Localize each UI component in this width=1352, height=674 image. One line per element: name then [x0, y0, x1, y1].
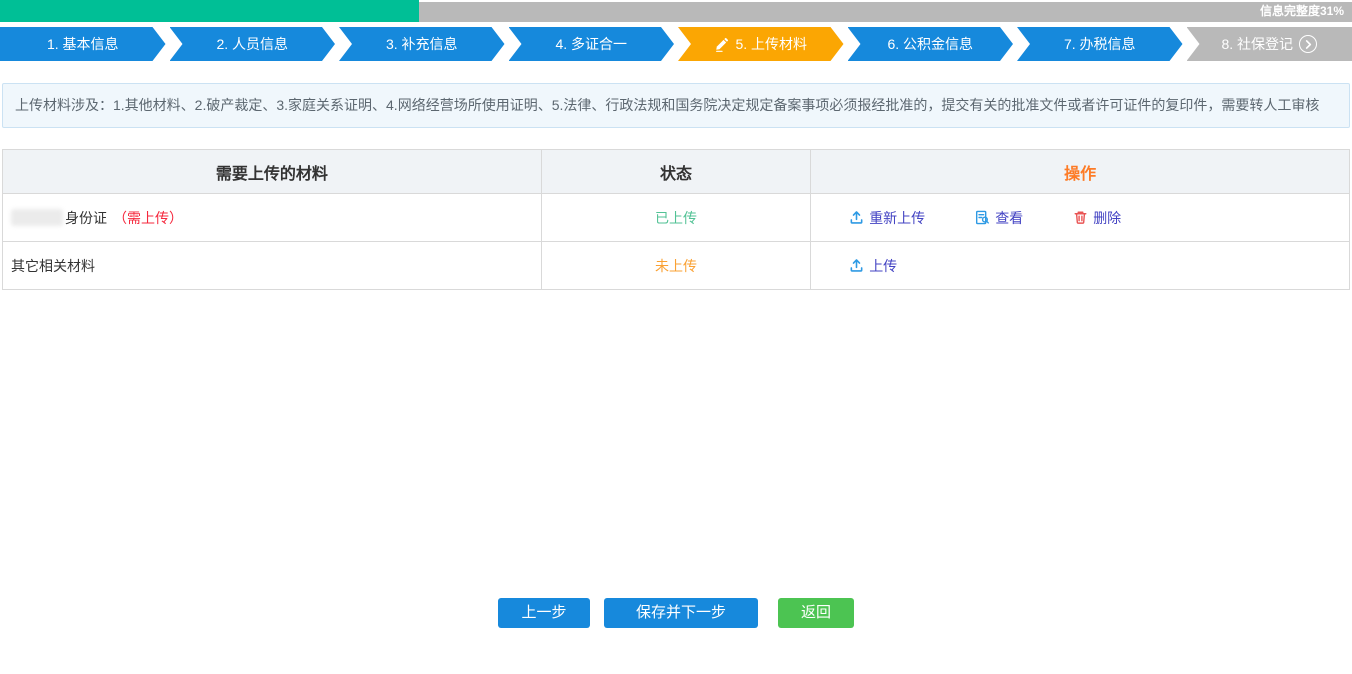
table-row: 其它相关材料 未上传 上传: [3, 242, 1350, 290]
action-label: 删除: [1093, 208, 1121, 228]
action-label: 上传: [869, 256, 897, 276]
materials-table: 需要上传的材料 状态 操作 身份证 （需上传） 已上传 重新上传 查看 删除其它相关材料 未…: [2, 149, 1350, 290]
header-status: 状态: [541, 150, 810, 194]
completeness-label: 信息完整度31%: [1260, 0, 1344, 22]
completeness-progress-bar: 信息完整度31%: [0, 0, 1352, 22]
step-label: 3. 补充信息: [386, 34, 458, 54]
step-tab-1[interactable]: 1. 基本信息: [0, 27, 166, 61]
step-label: 4. 多证合一: [555, 34, 627, 54]
redacted-name: [11, 209, 63, 226]
material-name: 身份证: [65, 210, 107, 226]
step-label: 6. 公积金信息: [887, 34, 973, 54]
status-badge: 未上传: [655, 258, 697, 274]
step-tab-6[interactable]: 6. 公积金信息: [848, 27, 1014, 61]
save-and-next-button[interactable]: 保存并下一步: [604, 598, 758, 628]
action-view-link[interactable]: 查看: [975, 208, 1023, 228]
action-label: 重新上传: [869, 208, 925, 228]
status-badge: 已上传: [655, 210, 697, 226]
material-name-cell: 其它相关材料: [3, 242, 542, 290]
step-label: 2. 人员信息: [216, 34, 288, 54]
view-icon: [975, 210, 990, 225]
circle-chevron-right-icon[interactable]: [1299, 35, 1317, 53]
footer-buttons: 上一步 保存并下一步 返回: [0, 598, 1352, 628]
step-tab-3[interactable]: 3. 补充信息: [339, 27, 505, 61]
action-delete-link[interactable]: 删除: [1073, 208, 1121, 228]
status-cell: 未上传: [541, 242, 810, 290]
table-row: 身份证 （需上传） 已上传 重新上传 查看 删除: [3, 194, 1350, 242]
step-label: 5. 上传材料: [735, 34, 807, 54]
pencil-icon: [714, 37, 729, 52]
table-header-row: 需要上传的材料 状态 操作: [3, 150, 1350, 194]
delete-icon: [1073, 210, 1088, 225]
required-tag: （需上传）: [113, 210, 183, 226]
upload-icon: [849, 210, 864, 225]
material-name: 其它相关材料: [11, 258, 95, 274]
step-label: 8. 社保登记: [1221, 34, 1293, 54]
step-tab-5[interactable]: 5. 上传材料: [678, 27, 844, 61]
action-upload-link[interactable]: 上传: [849, 256, 897, 276]
actions-cell: 重新上传 查看 删除: [811, 194, 1350, 242]
step-label: 7. 办税信息: [1064, 34, 1136, 54]
action-upload-link[interactable]: 重新上传: [849, 208, 925, 228]
step-tab-8[interactable]: 8. 社保登记: [1187, 27, 1352, 61]
step-tab-4[interactable]: 4. 多证合一: [509, 27, 675, 61]
step-wizard: 1. 基本信息 2. 人员信息 3. 补充信息 4. 多证合一 5. 上传材料 6. 公积…: [0, 27, 1352, 61]
step-tab-2[interactable]: 2. 人员信息: [170, 27, 336, 61]
upload-notice: 上传材料涉及：1.其他材料、2.破产裁定、3.家庭关系证明、4.网络经营场所使用…: [2, 83, 1350, 128]
header-material: 需要上传的材料: [3, 150, 542, 194]
progress-fill: [0, 0, 419, 22]
action-label: 查看: [995, 208, 1023, 228]
back-button[interactable]: 返回: [778, 598, 854, 628]
upload-icon: [849, 258, 864, 273]
material-name-cell: 身份证 （需上传）: [3, 194, 542, 242]
step-tab-7[interactable]: 7. 办税信息: [1017, 27, 1183, 61]
header-actions: 操作: [811, 150, 1350, 194]
step-label: 1. 基本信息: [47, 34, 119, 54]
actions-cell: 上传: [811, 242, 1350, 290]
status-cell: 已上传: [541, 194, 810, 242]
previous-step-button[interactable]: 上一步: [498, 598, 590, 628]
